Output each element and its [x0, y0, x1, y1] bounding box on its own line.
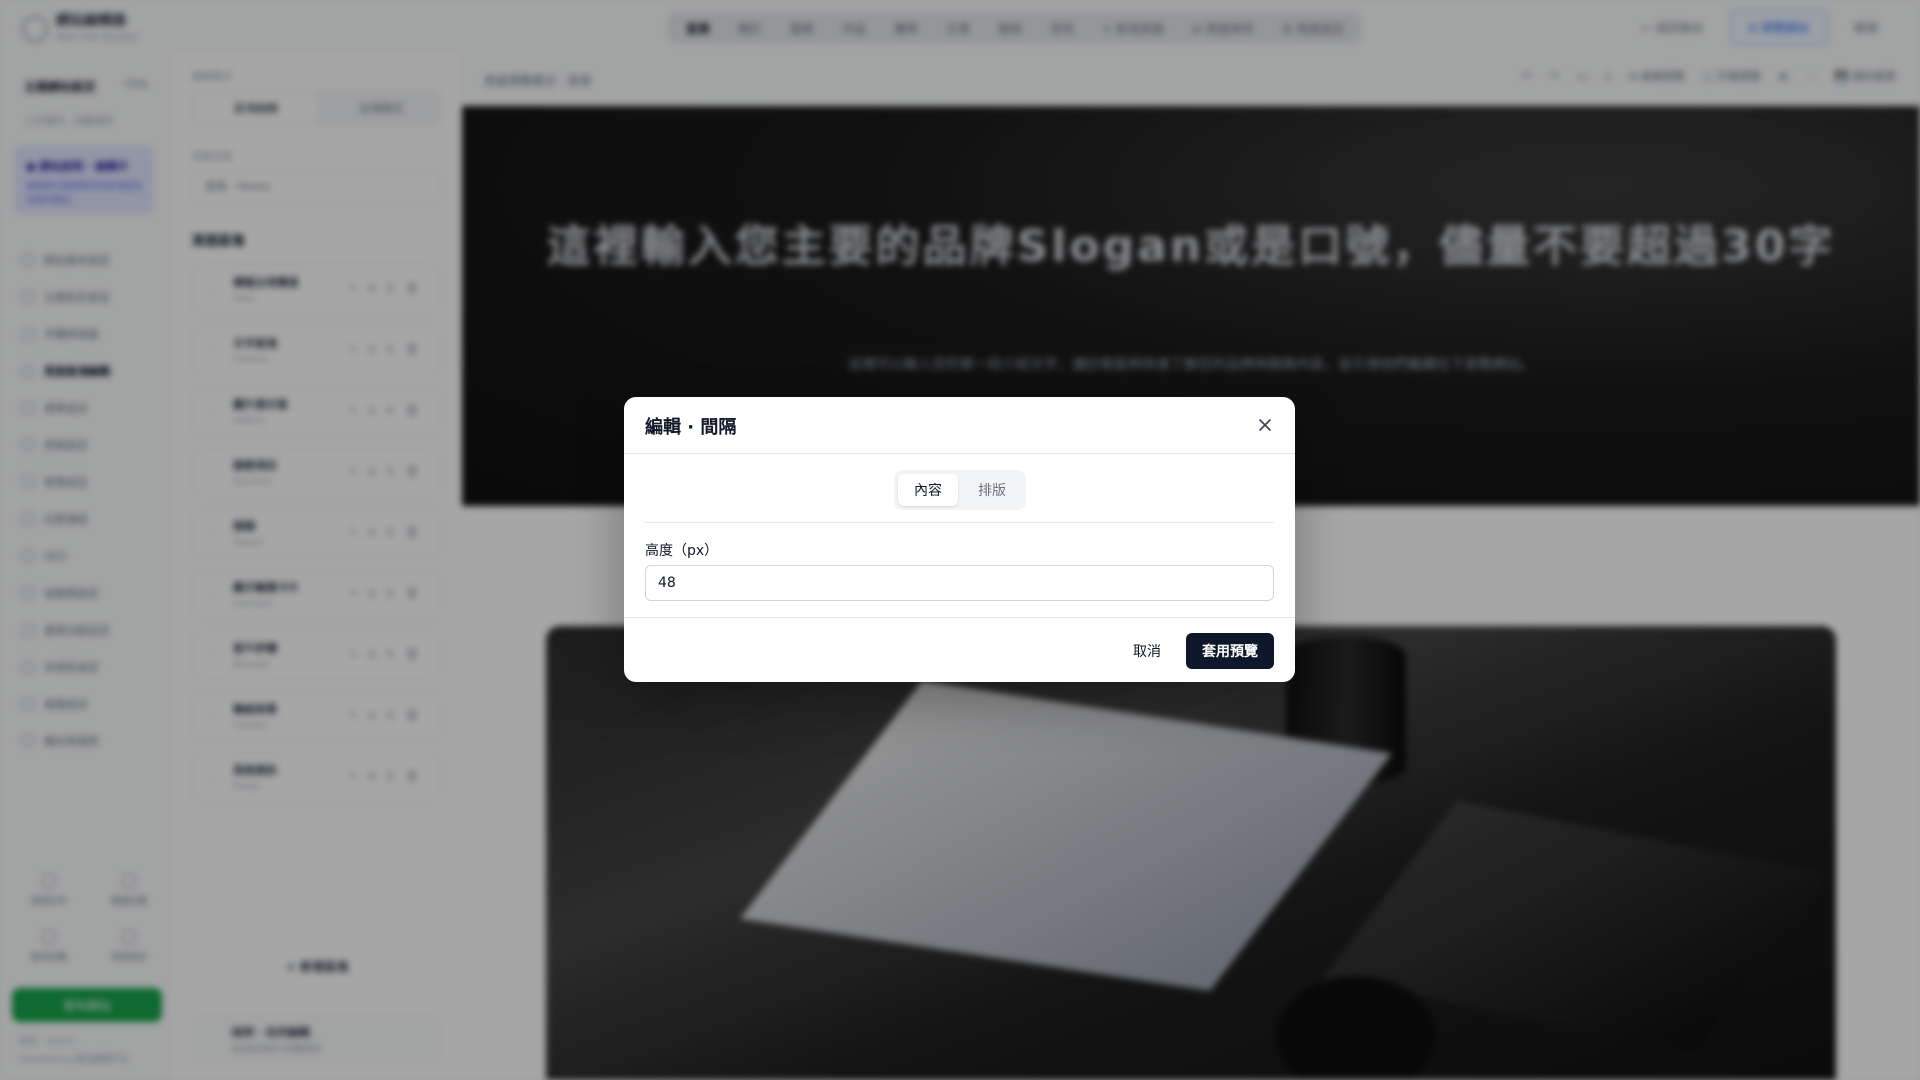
dialog-tabs: 內容 排版: [894, 470, 1026, 510]
tabs-divider: [645, 522, 1274, 523]
tab-layout[interactable]: 排版: [962, 474, 1022, 506]
close-button[interactable]: [1251, 411, 1279, 439]
tab-content[interactable]: 內容: [898, 474, 958, 506]
height-label: 高度（px）: [645, 543, 719, 559]
close-icon: [1259, 419, 1271, 431]
edit-spacer-dialog: 編輯 · 間隔 內容 排版 高度（px） 取消 套用預覽: [624, 397, 1295, 682]
cancel-button[interactable]: 取消: [1117, 633, 1177, 669]
footer-divider: [624, 617, 1295, 618]
dialog-title: 編輯 · 間隔: [645, 417, 737, 438]
dialog-header: 編輯 · 間隔: [624, 397, 1295, 454]
height-input[interactable]: [645, 565, 1274, 601]
apply-preview-button[interactable]: 套用預覽: [1186, 633, 1274, 669]
